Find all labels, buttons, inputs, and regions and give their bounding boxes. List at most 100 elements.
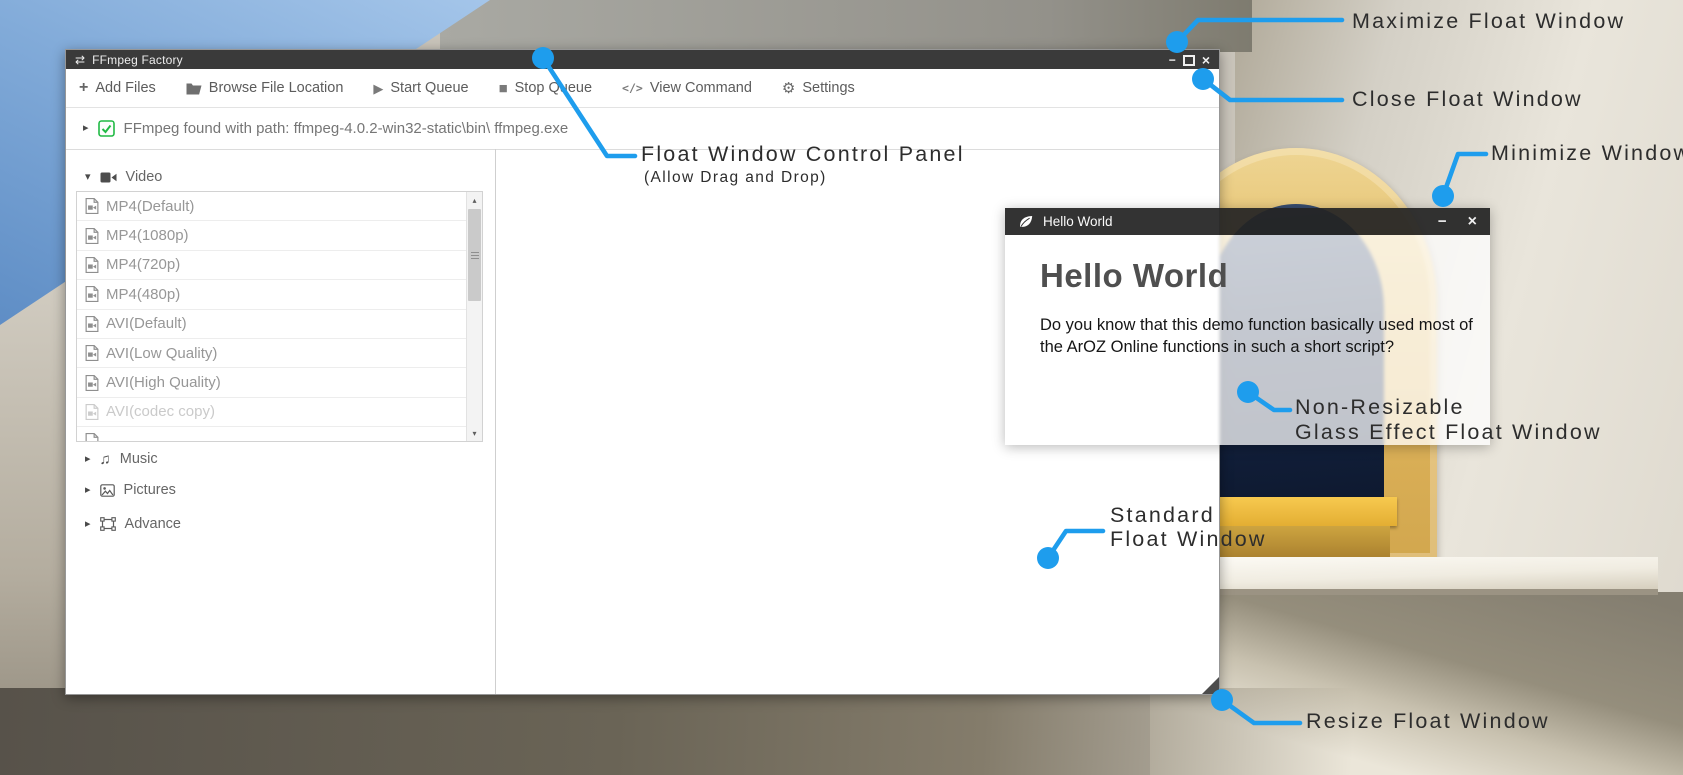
ffmpeg-path-text: FFmpeg found with path: ffmpeg-4.0.2-win… <box>124 120 569 137</box>
list-item-label: AVI(High Quality) <box>106 374 221 391</box>
annotation-glass-label-line2: Glass Effect Float Window <box>1295 420 1602 445</box>
list-item-avi-default[interactable]: AVI(Default) <box>77 310 466 339</box>
desktop: ⇄ FFmpeg Factory − × + Add Files Browse … <box>0 0 1683 775</box>
sidebar-section-pictures[interactable]: ▸ Pictures <box>85 480 176 500</box>
stop-queue-button[interactable]: ■ Stop Queue <box>499 80 592 96</box>
list-item-label: MP4(480p) <box>106 286 180 303</box>
maximize-button[interactable] <box>1183 55 1195 66</box>
toolbar: + Add Files Browse File Location ▶ Start… <box>66 69 1219 108</box>
music-section-label: Music <box>120 451 158 467</box>
annotation-close-label: Close Float Window <box>1352 87 1583 112</box>
caret-right-icon: ▸ <box>85 454 91 465</box>
hello-world-heading: Hello World <box>1040 257 1228 295</box>
list-item-label: MP4(Default) <box>106 198 194 215</box>
wallpaper-shaded-band <box>440 0 1252 52</box>
list-item-label: AVI(Low Quality) <box>106 345 217 362</box>
scroll-down-button[interactable]: ▾ <box>467 425 482 441</box>
gear-icon: ⚙ <box>782 81 795 96</box>
caret-right-icon: ▸ <box>85 519 91 530</box>
code-icon: </> <box>622 81 643 95</box>
wallpaper-bottom-shadow <box>0 688 1365 775</box>
list-item-avi-high-quality[interactable]: AVI(High Quality) <box>77 368 466 397</box>
annotation-maximize-label: Maximize Float Window <box>1352 9 1625 34</box>
annotation-resize-label: Resize Float Window <box>1306 709 1550 734</box>
hello-world-title-bar[interactable]: Hello World − × <box>1005 208 1490 235</box>
green-check-icon <box>98 120 115 137</box>
scrollbar-grip-icon <box>471 252 479 259</box>
window-title: FFmpeg Factory <box>92 53 183 67</box>
caret-right-icon: ▸ <box>85 485 91 496</box>
scroll-up-button[interactable]: ▴ <box>467 192 482 208</box>
file-video-icon <box>85 433 99 442</box>
hello-world-text: Do you know that this demo function basi… <box>1040 315 1480 359</box>
file-video-icon <box>85 316 99 332</box>
file-video-icon <box>85 375 99 391</box>
list-item-avi-codec-copy[interactable]: AVI(codec copy) <box>77 398 466 427</box>
file-video-icon <box>85 257 99 273</box>
file-video-icon <box>85 345 99 361</box>
list-item-avi-low-quality[interactable]: AVI(Low Quality) <box>77 339 466 368</box>
file-video-icon <box>85 198 99 214</box>
music-note-icon: ♫ <box>100 452 111 467</box>
stop-queue-label: Stop Queue <box>515 80 592 96</box>
play-icon: ▶ <box>373 82 383 95</box>
list-item-mp4-1080p[interactable]: MP4(1080p) <box>77 221 466 250</box>
wallpaper-window-sill <box>1208 557 1658 595</box>
annotation-standard-label-line1: Standard <box>1110 503 1215 528</box>
annotation-control-panel-label: Float Window Control Panel <box>641 142 965 167</box>
list-item-mp4-default[interactable]: MP4(Default) <box>77 192 466 221</box>
list-item-mp4-480p[interactable]: MP4(480p) <box>77 280 466 309</box>
picture-icon <box>100 484 115 497</box>
minimize-button[interactable]: − <box>1438 214 1447 229</box>
annotation-standard-label-line2: Float Window <box>1110 527 1267 552</box>
window-title: Hello World <box>1043 214 1113 229</box>
leaf-icon <box>1018 214 1034 229</box>
add-files-label: Add Files <box>95 80 155 96</box>
browse-file-location-label: Browse File Location <box>209 80 344 96</box>
list-item-label: AVI(codec copy) <box>106 403 215 420</box>
folder-open-icon <box>186 82 202 95</box>
view-command-button[interactable]: </> View Command <box>622 80 752 96</box>
object-group-icon <box>100 517 116 531</box>
wallpaper-window-crossbar <box>1195 497 1397 526</box>
file-video-icon <box>85 286 99 302</box>
settings-button[interactable]: ⚙ Settings <box>782 80 855 96</box>
annotation-glass-label-line1: Non-Resizable <box>1295 395 1465 420</box>
list-scrollbar[interactable]: ▴ ▾ <box>466 192 482 441</box>
video-camera-icon <box>100 171 117 184</box>
pictures-section-label: Pictures <box>124 482 176 498</box>
advance-section-label: Advance <box>125 516 181 532</box>
sidebar-section-advance[interactable]: ▸ Advance <box>85 514 181 534</box>
sidebar-section-video[interactable]: ▾ Video <box>85 167 162 187</box>
list-item-mp4-720p[interactable]: MP4(720p) <box>77 251 466 280</box>
ffmpeg-title-bar[interactable]: ⇄ FFmpeg Factory − × <box>66 50 1219 69</box>
list-item-label: AVI(Default) <box>106 315 187 332</box>
plus-icon: + <box>79 80 88 96</box>
expand-caret-icon: ▸ <box>83 123 89 134</box>
stop-icon: ■ <box>499 81 508 96</box>
start-queue-button[interactable]: ▶ Start Queue <box>373 80 468 96</box>
sidebar-section-music[interactable]: ▸ ♫ Music <box>85 449 158 469</box>
video-section-label: Video <box>126 169 163 185</box>
close-button[interactable]: × <box>1468 214 1477 230</box>
view-command-label: View Command <box>650 80 752 96</box>
sidebar-divider <box>495 149 496 694</box>
scrollbar-thumb[interactable] <box>468 209 481 301</box>
list-item-clipped[interactable] <box>77 427 466 442</box>
start-queue-label: Start Queue <box>390 80 468 96</box>
close-button[interactable]: × <box>1202 53 1210 67</box>
add-files-button[interactable]: + Add Files <box>79 80 156 96</box>
resize-handle[interactable] <box>1202 677 1219 694</box>
file-video-icon <box>85 228 99 244</box>
browse-file-location-button[interactable]: Browse File Location <box>186 80 344 96</box>
file-video-icon <box>85 404 99 420</box>
video-preset-rows: MP4(Default) MP4(1080p) MP4(720p) MP4(48… <box>77 192 466 442</box>
minimize-button[interactable]: − <box>1169 54 1176 66</box>
annotation-minimize-label: Minimize Window <box>1491 141 1683 166</box>
annotation-control-panel-sublabel: (Allow Drag and Drop) <box>644 169 827 187</box>
caret-down-icon: ▾ <box>85 172 91 183</box>
list-item-label: MP4(720p) <box>106 256 180 273</box>
list-item-label: MP4(1080p) <box>106 227 189 244</box>
video-preset-list: MP4(Default) MP4(1080p) MP4(720p) MP4(48… <box>76 191 483 442</box>
exchange-arrows-icon: ⇄ <box>75 54 85 66</box>
